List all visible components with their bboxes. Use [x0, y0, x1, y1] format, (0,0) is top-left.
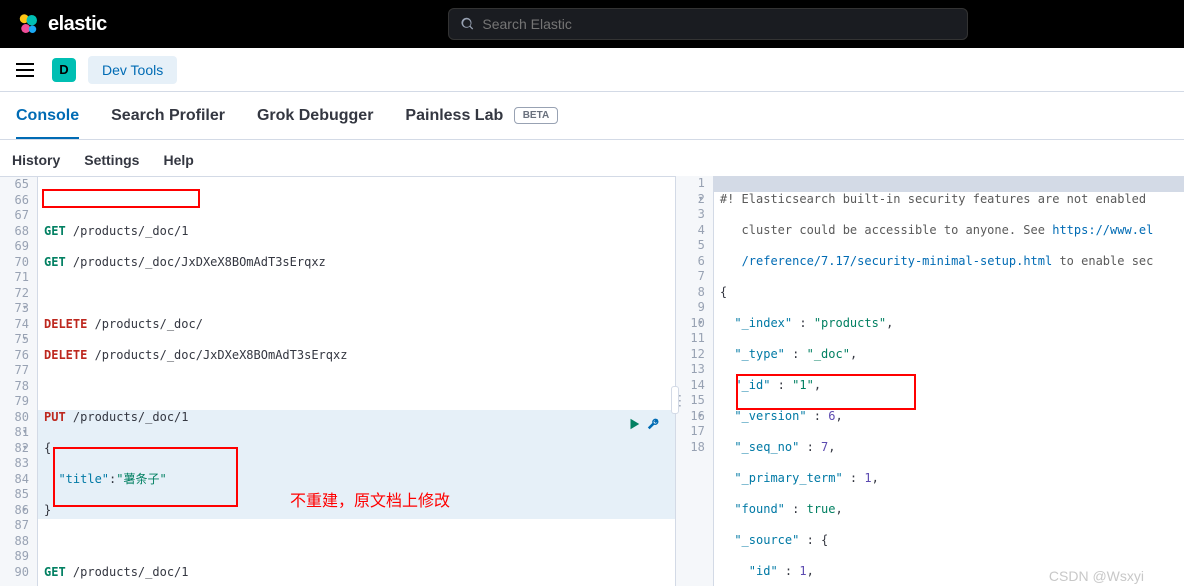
play-icon[interactable] — [627, 417, 641, 434]
code-line: DELETE /products/_doc/ — [44, 317, 675, 333]
code-line: "title":"薯条子" — [44, 472, 675, 488]
annotation-text: 不重建，原文档上修改 — [290, 487, 450, 511]
pane-resize-handle[interactable] — [671, 386, 679, 414]
search-icon — [461, 17, 474, 31]
tab-painless-lab[interactable]: Painless Lab BETA — [405, 107, 558, 139]
code-line — [44, 193, 675, 209]
code-line: "_index" : "products", — [720, 316, 1184, 332]
code-line: "_type" : "_doc", — [720, 347, 1184, 363]
sub-tabs-row: History Settings Help — [0, 140, 1184, 176]
code-line: "_id" : "1", — [720, 378, 1184, 394]
code-line: "_seq_no" : 7, — [720, 440, 1184, 456]
code-line: /reference/7.17/security-minimal-setup.h… — [720, 254, 1184, 270]
wrench-icon[interactable] — [647, 417, 661, 434]
code-line: "_source" : { — [720, 533, 1184, 549]
brand-text: elastic — [48, 13, 107, 36]
search-box[interactable] — [448, 8, 968, 40]
code-line: PUT /products/_doc/1 — [44, 410, 675, 426]
dev-tools-breadcrumb[interactable]: Dev Tools — [88, 56, 177, 84]
search-input[interactable] — [482, 16, 955, 32]
top-header: elastic — [0, 0, 1184, 48]
request-actions — [627, 417, 661, 434]
tab-console[interactable]: Console — [16, 107, 79, 139]
code-line: #! Elasticsearch built-in security featu… — [720, 192, 1184, 208]
code-line: DELETE /products/_doc/JxDXeX8BOmAdT3sErq… — [44, 348, 675, 364]
code-line — [44, 286, 675, 302]
tab-search-profiler[interactable]: Search Profiler — [111, 107, 225, 139]
hamburger-icon[interactable] — [16, 58, 40, 82]
code-line: "_version" : 6, — [720, 409, 1184, 425]
subtab-settings[interactable]: Settings — [84, 152, 139, 168]
tabs-row: Console Search Profiler Grok Debugger Pa… — [0, 92, 1184, 140]
editor-area: 6566676869707172737475767778798081828384… — [0, 176, 1184, 586]
code-line: "_primary_term" : 1, — [720, 471, 1184, 487]
request-pane[interactable]: 6566676869707172737475767778798081828384… — [0, 176, 675, 586]
code-line: GET /products/_doc/JxDXeX8BOmAdT3sErqxz — [44, 255, 675, 271]
code-line: cluster could be accessible to anyone. S… — [720, 223, 1184, 239]
tab-grok-debugger[interactable]: Grok Debugger — [257, 107, 373, 139]
beta-badge: BETA — [514, 107, 558, 124]
response-viewer[interactable]: #! Elasticsearch built-in security featu… — [714, 176, 1184, 586]
subtab-help[interactable]: Help — [163, 152, 193, 168]
tab-painless-label: Painless Lab — [405, 107, 503, 124]
elastic-logo[interactable]: elastic — [16, 12, 107, 36]
sub-header: D Dev Tools — [0, 48, 1184, 92]
code-line: GET /products/_doc/1 — [44, 565, 675, 581]
app-badge[interactable]: D — [52, 58, 76, 82]
code-line: "id" : 1, — [720, 564, 1184, 580]
code-line — [44, 534, 675, 550]
subtab-history[interactable]: History — [12, 152, 60, 168]
left-gutter: 6566676869707172737475767778798081828384… — [0, 177, 38, 586]
code-line: "found" : true, — [720, 502, 1184, 518]
code-line — [44, 379, 675, 395]
right-gutter: 123456789101112131415161718 — [676, 176, 714, 586]
request-editor[interactable]: GET /products/_doc/1 GET /products/_doc/… — [38, 177, 675, 586]
code-line: { — [44, 441, 675, 457]
code-line: GET /products/_doc/1 — [44, 224, 675, 240]
code-line: { — [720, 285, 1184, 301]
response-pane[interactable]: ✕ 123456789101112131415161718 #! Elastic… — [675, 176, 1184, 586]
elastic-logo-icon — [16, 12, 40, 36]
